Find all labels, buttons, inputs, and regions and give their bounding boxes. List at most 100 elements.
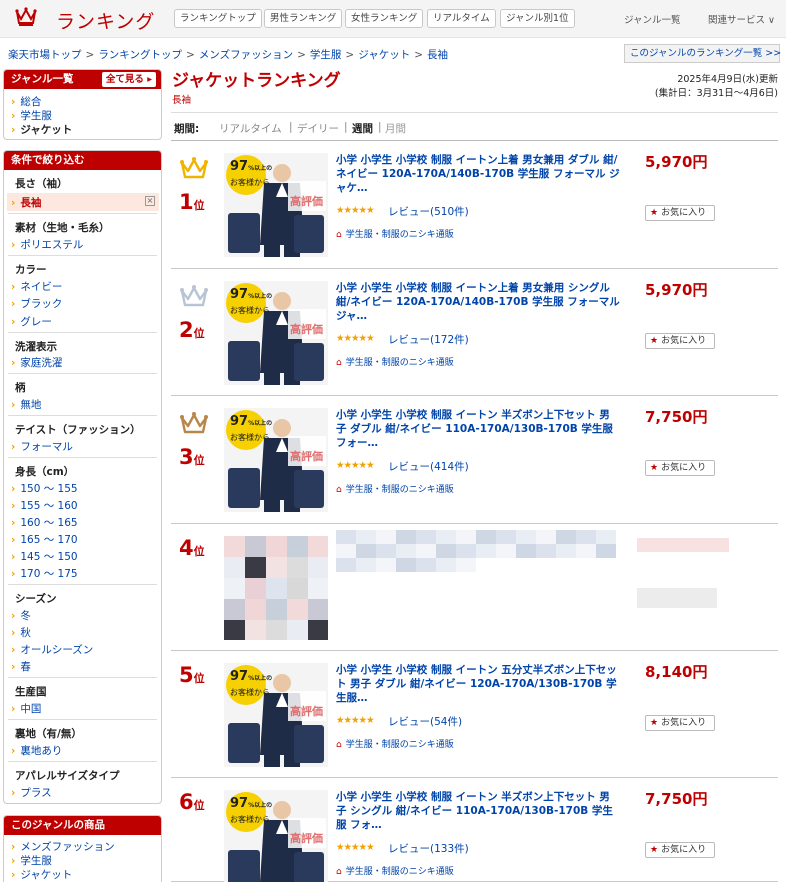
review-count-link[interactable]: レビュー(54件) [388, 714, 462, 729]
review-count-link[interactable]: レビュー(414件) [388, 459, 469, 474]
nav-male-ranking[interactable]: 男性ランキング [264, 9, 343, 28]
star-icon: ★ [650, 463, 659, 473]
filter-option[interactable]: 春 [11, 659, 31, 674]
add-favorite-button[interactable]: ★ お気に入り [645, 460, 715, 476]
thumb-badge-caption: お客様から [230, 433, 270, 442]
genre-products-panel: このジャンルの商品 メンズファッション 学生服 ジャケット [3, 815, 162, 882]
updated-date: 2025年4月9日(水)更新 [677, 74, 778, 85]
genre-item-all[interactable]: 総合 [11, 94, 41, 109]
product-title-link[interactable]: 小学 小学生 小学校 制服 イートン上着 男女兼用 シングル 紺/ネイビー 12… [336, 281, 620, 323]
tab-monthly[interactable]: 月間 [385, 121, 406, 136]
filter-option[interactable]: 150 〜 155 [11, 481, 77, 496]
filter-option[interactable]: プラス [11, 785, 51, 800]
add-favorite-button[interactable]: ★ お気に入り [645, 842, 715, 858]
ranking-row: 3位 97%以上の お客様から 高評価 小学 小学生 小学校 制服 イートン 半ズボン上… [171, 396, 778, 524]
filter-option[interactable]: 170 〜 175 [11, 566, 77, 581]
thumb-badge-percent: 97%以上の [230, 414, 273, 429]
shop-link[interactable]: ⌂ 学生服・制服のニシキ通販 [336, 737, 454, 750]
tab-realtime[interactable]: リアルタイム [219, 121, 282, 136]
genre-list-title: ジャンル一覧 [11, 73, 74, 85]
see-all-button[interactable]: 全て見る ▸ [101, 72, 156, 87]
product-image[interactable]: 97%以上の お客様から 高評価 [224, 408, 328, 512]
add-favorite-button[interactable]: ★ お気に入り [645, 715, 715, 731]
filter-option[interactable]: 裏地あり [11, 743, 62, 758]
genre-list-link[interactable]: ジャンル一覧 [624, 12, 681, 26]
tab-daily[interactable]: デイリー [297, 121, 339, 136]
genre-ranking-list-button[interactable]: このジャンルのランキング一覧 >> [624, 44, 781, 63]
filter-option[interactable]: 160 〜 165 [11, 515, 77, 530]
product-image[interactable]: 97%以上の お客様から 高評価 [224, 790, 328, 882]
genre-product-link[interactable]: メンズファッション [11, 839, 114, 854]
star-icon: ★ [650, 845, 659, 855]
related-services-dropdown[interactable]: 関連サービス ∨ [708, 12, 775, 26]
logo-text[interactable]: ランキング [56, 7, 155, 34]
thumb-badge-percent: 97%以上の [230, 287, 273, 302]
product-title-link[interactable]: 小学 小学生 小学校 制服 イートン 五分丈半ズボン上下セット 男子 ダブル 紺… [336, 663, 620, 705]
crown-logo-icon[interactable] [14, 6, 38, 28]
rank-number: 5位 [179, 663, 205, 687]
product-title-link[interactable]: 小学 小学生 小学校 制服 イートン上着 男女兼用 ダブル 紺/ネイビー 120… [336, 153, 620, 195]
filter-option[interactable]: 家庭洗濯 [11, 355, 62, 370]
breadcrumb-item[interactable]: メンズファッション [199, 49, 293, 61]
product-image[interactable]: 97%以上の お客様から 高評価 [224, 153, 328, 257]
product-title-link[interactable]: 小学 小学生 小学校 制服 イートン 半ズボン上下セット 男子 ダブル 紺/ネイ… [336, 408, 620, 450]
filter-option[interactable]: フォーマル [11, 439, 73, 454]
filter-option[interactable]: オールシーズン [11, 642, 93, 657]
product-title-link[interactable]: 小学 小学生 小学校 制服 イートン 半ズボン上下セット 男子 シングル 紺/ネ… [336, 790, 620, 832]
filter-option[interactable]: 中国 [11, 701, 41, 716]
thumb-badge-caption: お客様から [230, 306, 270, 315]
filter-option[interactable]: 冬 [11, 608, 31, 623]
shop-home-icon: ⌂ [336, 230, 342, 240]
filter-option[interactable]: 155 〜 160 [11, 498, 77, 513]
filter-option[interactable]: ネイビー [11, 279, 62, 294]
filter-option[interactable]: ブラック [11, 296, 62, 311]
review-count-link[interactable]: レビュー(133件) [388, 841, 469, 856]
product-image[interactable]: 97%以上の お客様から 高評価 [224, 663, 328, 767]
ranking-row: 2位 97%以上の お客様から 高評価 小学 小学生 小学校 制服 イートン上着 男女兼… [171, 269, 778, 396]
review-count-link[interactable]: レビュー(172件) [388, 332, 469, 347]
genre-product-link[interactable]: 学生服 [11, 853, 52, 868]
nav-ranking-top[interactable]: ランキングトップ [174, 9, 262, 28]
filter-option[interactable]: ポリエステル [11, 237, 83, 252]
blurred-product-image[interactable] [224, 536, 328, 640]
filter-option[interactable]: 秋 [11, 625, 31, 640]
breadcrumb-item[interactable]: 長袖 [427, 49, 448, 61]
filter-option[interactable]: グレー [11, 314, 52, 329]
filter-title-pattern: 柄 [15, 382, 26, 394]
filter-option[interactable]: 145 〜 150 [11, 549, 77, 564]
genre-item-uniform[interactable]: 学生服 [11, 108, 52, 123]
blurred-product-title[interactable] [336, 530, 620, 572]
shop-link[interactable]: ⌂ 学生服・制服のニシキ通販 [336, 227, 454, 240]
product-price: 7,750円 [645, 790, 708, 808]
filter-option[interactable]: 165 〜 170 [11, 532, 77, 547]
breadcrumb-item[interactable]: ジャケット [358, 49, 410, 61]
add-favorite-button[interactable]: ★ お気に入り [645, 205, 715, 221]
breadcrumb-item[interactable]: 学生服 [310, 49, 342, 61]
filter-title-sleeve: 長さ（袖） [15, 178, 68, 190]
shop-link[interactable]: ⌂ 学生服・制服のニシキ通販 [336, 864, 454, 877]
crown-rank-icon [180, 285, 208, 307]
remove-filter-icon[interactable]: × [145, 196, 155, 206]
genre-product-link[interactable]: ジャケット [11, 867, 72, 882]
blurred-favorite-button[interactable] [637, 588, 717, 608]
review-count-link[interactable]: レビュー(510件) [388, 204, 469, 219]
breadcrumb-item[interactable]: 楽天市場トップ [8, 49, 82, 61]
breadcrumb-item[interactable]: ランキングトップ [98, 49, 182, 61]
rating-stars: ★★★★★ [336, 333, 375, 344]
filter-option[interactable]: 無地 [11, 397, 41, 412]
product-image[interactable]: 97%以上の お客様から 高評価 [224, 281, 328, 385]
shop-link[interactable]: ⌂ 学生服・制服のニシキ通販 [336, 355, 454, 368]
filter-option-long-sleeve[interactable]: 長袖 [11, 195, 41, 210]
nav-realtime[interactable]: リアルタイム [427, 9, 496, 28]
filter-title-material: 素材（生地・毛糸） [15, 222, 110, 234]
nav-genre-first[interactable]: ジャンル別1位 [500, 9, 575, 28]
ranking-row: 6位 97%以上の お客様から 高評価 小学 小学生 小学校 制服 イートン 半ズボン上… [171, 778, 778, 882]
rating-stars: ★★★★★ [336, 205, 375, 216]
thumb-badge-caption: お客様から [230, 815, 270, 824]
shop-link[interactable]: ⌂ 学生服・制服のニシキ通販 [336, 482, 454, 495]
filter-title-washing: 洗濯表示 [15, 341, 57, 353]
add-favorite-button[interactable]: ★ お気に入り [645, 333, 715, 349]
nav-female-ranking[interactable]: 女性ランキング [345, 9, 424, 28]
rating-stars: ★★★★★ [336, 460, 375, 471]
filter-title-lining: 裏地（有/無） [15, 728, 82, 740]
